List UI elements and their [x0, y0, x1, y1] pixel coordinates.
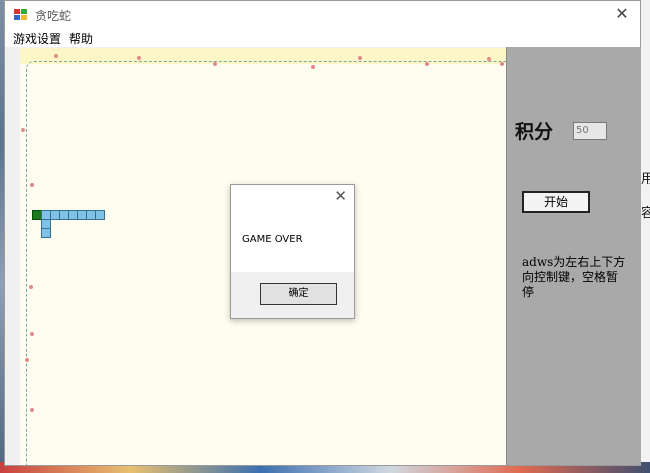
board-dot — [30, 408, 34, 412]
side-panel: 积分 50 开始 adws为左右上下方向控制键，空格暂停 — [506, 47, 641, 465]
window-title: 贪吃蛇 — [35, 9, 72, 23]
title-bar[interactable]: 贪吃蛇 ✕ — [5, 1, 640, 29]
menu-item-game-settings[interactable]: 游戏设置 — [13, 30, 61, 47]
score-field: 50 — [573, 122, 607, 140]
controls-help-text: adws为左右上下方向控制键，空格暂停 — [522, 255, 626, 299]
close-icon[interactable]: ✕ — [334, 187, 347, 205]
board-dot — [487, 57, 491, 61]
board-dot — [137, 56, 141, 60]
snake-segment — [95, 210, 105, 220]
dialog-message: GAME OVER — [242, 234, 303, 245]
board-dot — [29, 285, 33, 289]
background-text: 用 — [641, 172, 650, 187]
start-button[interactable]: 开始 — [522, 191, 590, 213]
app-icon — [14, 9, 28, 21]
board-dot — [21, 128, 25, 132]
menu-bar: 游戏设置 帮助 — [5, 29, 640, 47]
board-dot — [358, 56, 362, 60]
close-icon[interactable]: ✕ — [612, 4, 632, 24]
menu-item-help[interactable]: 帮助 — [69, 30, 93, 47]
board-dot — [425, 62, 429, 66]
board-dot — [25, 358, 29, 362]
board-dot — [311, 65, 315, 69]
board-dot — [30, 332, 34, 336]
background-text: 容 — [641, 206, 650, 221]
score-label: 积分 — [515, 121, 554, 143]
board-dot — [213, 62, 217, 66]
ok-button[interactable]: 确定 — [260, 283, 337, 305]
board-dot — [54, 54, 58, 58]
desktop-background-right: 用 容 — [640, 0, 650, 473]
board-dot — [30, 183, 34, 187]
board-dot — [500, 62, 504, 66]
snake-segment — [41, 228, 51, 238]
game-over-dialog: ✕ GAME OVER 确定 — [230, 184, 355, 319]
dialog-footer: 确定 — [231, 272, 354, 318]
